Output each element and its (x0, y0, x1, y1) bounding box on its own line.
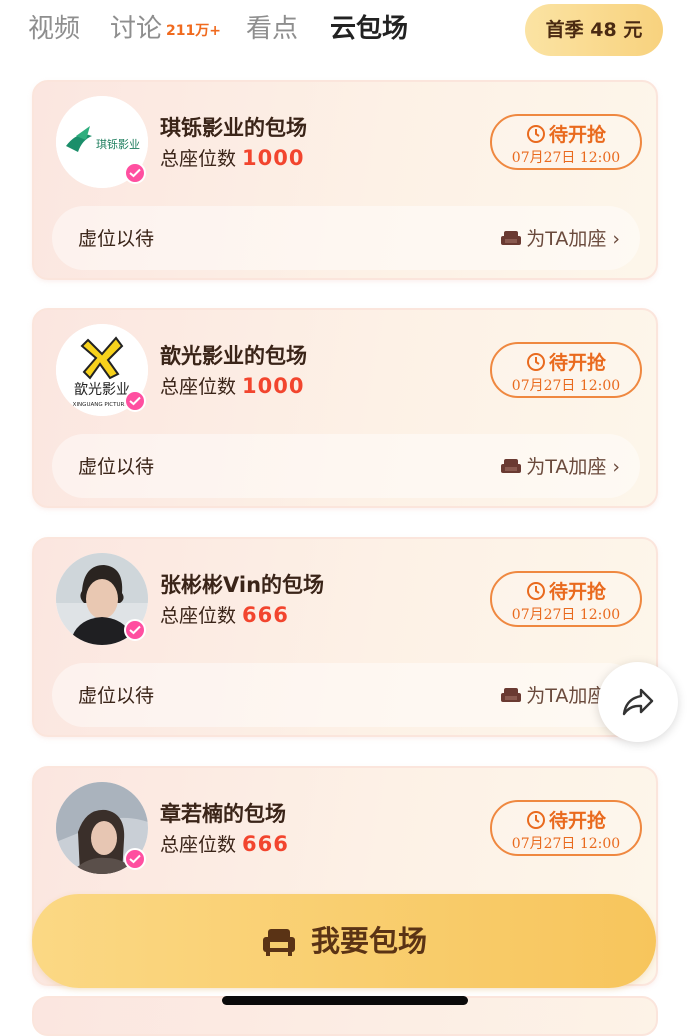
discussion-count-badge: 211万+ (166, 23, 221, 39)
seat-count-value: 1000 (242, 374, 305, 398)
first-season-price-button[interactable]: 首季 48 元 (525, 4, 663, 56)
share-button[interactable] (598, 662, 678, 742)
pending-grab-button[interactable]: 待开抢 07月27日 12:00 (490, 800, 642, 856)
share-arrow-icon (622, 688, 654, 716)
start-time: 07月27日 12:00 (511, 150, 621, 166)
vacant-seat-label: 虚位以待 (78, 456, 155, 478)
status-label-row: 待开抢 (492, 120, 640, 147)
clock-icon (526, 811, 545, 829)
verified-badge-icon (124, 848, 146, 870)
avatar-logo-text: 歆光影业 (74, 382, 130, 398)
tab-discussion-label: 讨论 (110, 14, 163, 44)
sofa-icon (501, 231, 522, 245)
pending-grab-button[interactable]: 待开抢 07月27日 12:00 (490, 114, 642, 170)
verified-badge-icon (124, 619, 146, 641)
seat-bar: 虚位以待 为TA加座 › (52, 206, 640, 270)
status-label-row: 待开抢 (492, 577, 640, 604)
status-label-row: 待开抢 (492, 806, 640, 833)
add-seat-label: 为TA加座 (526, 228, 607, 250)
screening-card[interactable]: 琪铄影业 琪铄影业的包场 总座位数 1000 待开抢 07月27日 12:00 虚… (32, 80, 658, 280)
start-time: 07月27日 12:00 (511, 378, 621, 394)
seat-count-line: 总座位数 666 (160, 830, 289, 857)
avatar-logo-subtext: XINGUANG PICTURES (73, 402, 132, 408)
seat-bar: 虚位以待 为TA加座 › (52, 434, 640, 498)
home-indicator (222, 996, 468, 1005)
book-screening-label: 我要包场 (310, 924, 427, 958)
seat-count-line: 总座位数 666 (160, 601, 289, 628)
seat-count-value: 1000 (242, 146, 305, 170)
sofa-icon (501, 688, 522, 702)
seat-count-line: 总座位数 1000 (160, 144, 304, 171)
tab-cloud-screening[interactable]: 云包场 (330, 10, 408, 48)
seat-count-value: 666 (242, 832, 289, 856)
sofa-icon (501, 459, 522, 473)
status-label-row: 待开抢 (492, 348, 640, 375)
pending-grab-button[interactable]: 待开抢 07月27日 12:00 (490, 571, 642, 627)
status-label: 待开抢 (548, 810, 606, 832)
sofa-icon (262, 929, 295, 956)
add-seat-button[interactable]: 为TA加座 › (500, 452, 620, 479)
verified-badge-icon (124, 162, 146, 184)
seat-count-label: 总座位数 (160, 376, 237, 398)
screening-card[interactable]: 歆光影业 XINGUANG PICTURES 歆光影业的包场 总座位数 1000 … (32, 308, 658, 508)
vacant-seat-label: 虚位以待 (78, 228, 155, 250)
screening-card[interactable]: 张彬彬Vin的包场 总座位数 666 待开抢 07月27日 12:00 虚位以待 … (32, 537, 658, 737)
status-label: 待开抢 (548, 352, 606, 374)
seat-count-line: 总座位数 1000 (160, 372, 304, 399)
pending-grab-button[interactable]: 待开抢 07月27日 12:00 (490, 342, 642, 398)
avatar-logo-text: 琪铄影业 (96, 137, 140, 151)
tab-highlights[interactable]: 看点 (246, 10, 298, 48)
vacant-seat-label: 虚位以待 (78, 685, 155, 707)
card-title: 歆光影业的包场 (160, 344, 307, 368)
add-seat-button[interactable]: 为TA加座 › (500, 224, 620, 251)
book-screening-content: 我要包场 (32, 894, 656, 988)
clock-icon (526, 125, 545, 143)
verified-badge-icon (124, 390, 146, 412)
add-seat-label: 为TA加座 (526, 456, 607, 478)
add-seat-label: 为TA加座 (526, 685, 607, 707)
card-title: 琪铄影业的包场 (160, 116, 307, 140)
clock-icon (526, 353, 545, 371)
start-time: 07月27日 12:00 (511, 836, 621, 852)
top-tab-bar: 视频 讨论 211万+ 看点 云包场 首季 48 元 (0, 0, 690, 62)
tab-discussion[interactable]: 讨论 211万+ (110, 10, 221, 50)
seat-count-value: 666 (242, 603, 289, 627)
seat-count-label: 总座位数 (160, 148, 237, 170)
seat-count-label: 总座位数 (160, 605, 237, 627)
start-time: 07月27日 12:00 (511, 607, 621, 623)
card-title: 张彬彬Vin的包场 (160, 573, 325, 597)
card-title: 章若楠的包场 (160, 802, 286, 826)
seat-bar: 虚位以待 为TA加座 › (52, 663, 640, 727)
status-label: 待开抢 (548, 581, 606, 603)
book-screening-button[interactable]: 我要包场 (32, 894, 656, 988)
clock-icon (526, 582, 545, 600)
seat-count-label: 总座位数 (160, 834, 237, 856)
tab-video[interactable]: 视频 (28, 10, 80, 48)
status-label: 待开抢 (548, 124, 606, 146)
